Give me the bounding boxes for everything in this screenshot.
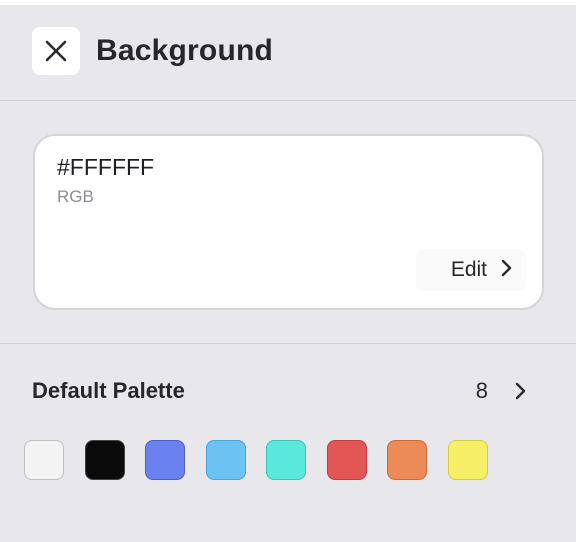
palette-title: Default Palette — [32, 378, 185, 403]
section-divider — [0, 343, 576, 344]
color-swatch[interactable] — [387, 440, 427, 480]
palette-swatches — [24, 440, 508, 480]
close-icon — [45, 40, 67, 62]
color-swatch[interactable] — [205, 440, 246, 480]
edit-label: Edit — [450, 258, 487, 281]
panel-title: Background — [96, 34, 274, 67]
color-swatch[interactable] — [24, 440, 64, 480]
current-color-card[interactable]: #FFFFFF RGB Edit — [33, 134, 544, 310]
close-button[interactable] — [32, 27, 80, 75]
chevron-right-icon — [515, 382, 526, 405]
color-swatch[interactable] — [84, 440, 125, 480]
color-swatch[interactable] — [326, 440, 367, 480]
panel-header: Background — [0, 5, 576, 101]
color-swatch[interactable] — [447, 440, 488, 480]
color-mode-label: RGB — [57, 187, 94, 206]
color-swatch[interactable] — [145, 440, 185, 480]
palette-count: 8 — [475, 378, 488, 403]
edit-color-button[interactable]: Edit — [416, 249, 526, 291]
chevron-right-icon — [501, 259, 512, 282]
hex-value: #FFFFFF — [57, 154, 155, 180]
default-palette-row[interactable]: Default Palette 8 — [32, 372, 544, 410]
color-swatch[interactable] — [266, 440, 306, 480]
